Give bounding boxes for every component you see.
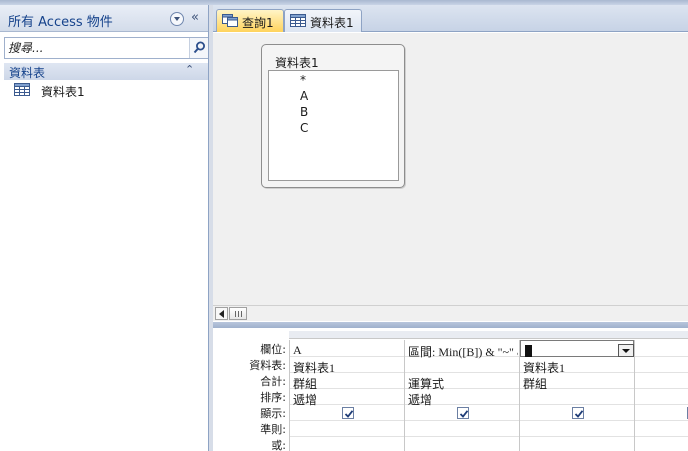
text-cursor — [525, 345, 532, 357]
field-list-title[interactable]: 資料表1 — [275, 54, 319, 71]
query-design-grid: 欄位: 資料表: 合計: 排序: 顯示: 準則: 或: A 資料表1 群組 遞增… — [213, 328, 688, 451]
table-icon — [14, 83, 30, 96]
tab-label: 資料表1 — [310, 16, 354, 30]
field-item-b[interactable]: B — [300, 105, 308, 119]
chevron-down-icon — [174, 17, 180, 21]
nav-pane-title[interactable]: 所有 Access 物件 — [8, 11, 113, 30]
document-area: 查詢1 資料表1 資料表1 * A B C 欄位: 資料表: 合計: 排序: 顯… — [213, 5, 688, 451]
nav-item-label: 資料表1 — [41, 85, 85, 99]
chevron-down-icon — [622, 349, 630, 353]
cell-total[interactable]: 群組 — [293, 375, 317, 392]
cell-field[interactable]: A — [293, 343, 302, 358]
grid-column-3[interactable]: 資料表1 群組 — [519, 340, 634, 451]
navigation-pane: 所有 Access 物件 « 資料表 ⌃ 資料表1 — [0, 5, 209, 451]
field-item-all[interactable]: * — [300, 73, 306, 87]
field-list-window[interactable]: 資料表1 * A B C — [261, 44, 405, 188]
nav-search-input[interactable] — [5, 38, 187, 58]
cell-total[interactable]: 運算式 — [408, 375, 444, 392]
checkbox-checked-icon — [574, 410, 584, 418]
cell-table[interactable]: 資料表1 — [523, 359, 565, 376]
scroll-left-button[interactable] — [215, 307, 228, 320]
row-label-or: 或: — [271, 439, 286, 451]
column-selector-bar[interactable] — [289, 331, 688, 339]
row-label-criteria: 準則: — [260, 423, 286, 436]
tab-table1[interactable]: 資料表1 — [284, 9, 362, 32]
show-checkbox[interactable] — [572, 407, 584, 419]
field-dropdown-button[interactable] — [618, 344, 634, 357]
field-item-a[interactable]: A — [300, 89, 308, 103]
checkbox-checked-icon — [459, 410, 469, 418]
cell-sort[interactable]: 遞增 — [293, 391, 317, 408]
horizontal-scrollbar[interactable] — [213, 305, 688, 321]
search-icon — [193, 41, 205, 54]
row-label-sort: 排序: — [260, 391, 286, 404]
nav-pane-header[interactable]: 所有 Access 物件 « — [0, 5, 208, 32]
checkbox-checked-icon — [344, 410, 354, 418]
cell-table[interactable]: 資料表1 — [293, 359, 335, 376]
query-design-area[interactable]: 資料表1 * A B C — [213, 33, 688, 305]
cell-field[interactable]: 區間: Min([B]) & "~" & — [408, 343, 518, 360]
query-icon — [222, 14, 238, 27]
search-button[interactable] — [189, 38, 208, 58]
tab-query1[interactable]: 查詢1 — [216, 9, 284, 32]
cell-sort[interactable]: 遞增 — [408, 391, 432, 408]
chevron-up-icon[interactable]: ⌃ — [185, 63, 194, 76]
row-label-table: 資料表: — [249, 359, 286, 372]
arrow-left-icon — [219, 310, 224, 318]
field-item-c[interactable]: C — [300, 121, 308, 135]
grid-column-4[interactable] — [634, 340, 688, 451]
row-label-total: 合計: — [260, 375, 286, 388]
table-icon — [290, 14, 306, 27]
grid-column-1[interactable]: A 資料表1 群組 遞增 — [289, 340, 404, 451]
document-tab-bar: 查詢1 資料表1 — [213, 5, 688, 32]
tab-label: 查詢1 — [242, 16, 274, 30]
nav-search-box[interactable] — [4, 37, 208, 59]
scroll-thumb[interactable] — [229, 307, 247, 320]
field-combo[interactable] — [520, 340, 634, 357]
show-checkbox[interactable] — [342, 407, 354, 419]
nav-item-table1[interactable]: 資料表1 — [4, 81, 208, 101]
grid-row-labels: 欄位: 資料表: 合計: 排序: 顯示: 準則: 或: — [213, 328, 288, 451]
show-checkbox[interactable] — [457, 407, 469, 419]
cell-total[interactable]: 群組 — [523, 375, 547, 392]
nav-pane-collapse-icon[interactable]: « — [191, 10, 205, 26]
row-label-field: 欄位: — [260, 343, 286, 356]
field-list-box[interactable]: * A B C — [268, 70, 399, 181]
grid-column-2[interactable]: 區間: Min([B]) & "~" & 運算式 遞增 — [404, 340, 519, 451]
nav-group-title: 資料表 — [9, 66, 46, 80]
nav-group-tables[interactable]: 資料表 ⌃ — [4, 63, 208, 80]
grip-icon — [235, 311, 242, 317]
nav-pane-menu-icon[interactable] — [170, 12, 184, 26]
row-label-show: 顯示: — [260, 407, 286, 420]
